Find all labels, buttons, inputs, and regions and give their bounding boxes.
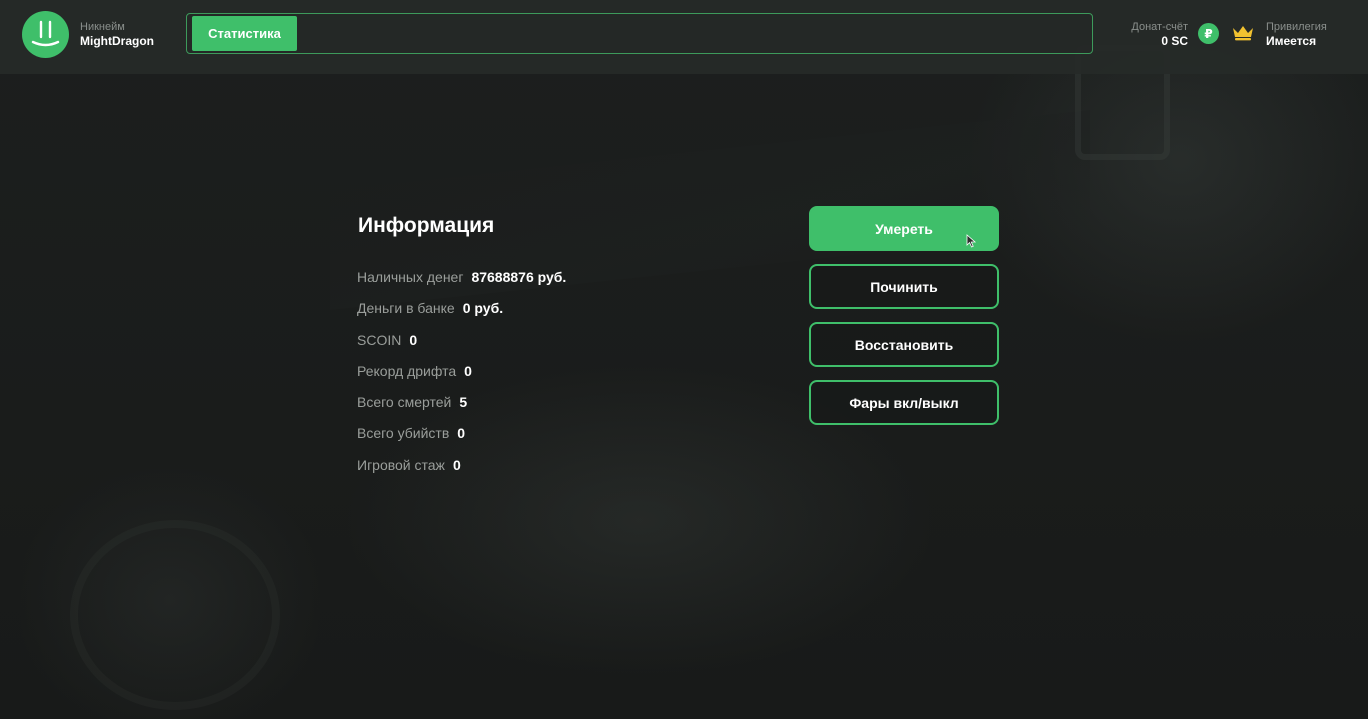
info-row-scoin: SCOIN 0 [357,331,417,349]
info-label: Всего убийств [357,425,450,441]
info-value: 0 [409,332,418,348]
info-value: 0 [457,425,466,441]
repair-button[interactable]: Починить [809,264,999,309]
info-value: 5 [459,394,468,410]
privilege-caption: Привилегия [1266,21,1327,33]
info-row-cash: Наличных денег 87688876 руб. [357,268,566,286]
nickname-caption: Никнейм [80,21,125,33]
mouse-cursor-icon [966,234,977,248]
info-value: 0 [464,363,472,379]
info-label: SCOIN [357,332,402,348]
privilege-value: Имеется [1266,34,1317,48]
info-row-bank: Деньги в банке 0 руб. [357,299,503,317]
info-row-playtime: Игровой стаж 0 [357,456,461,474]
tab-bar: Статистика [186,13,1093,54]
smiley-logo-icon [31,20,60,47]
background-wheel [70,520,280,710]
crown-icon [1233,26,1253,41]
restore-button[interactable]: Восстановить [809,322,999,367]
top-bar: Никнейм MightDragon Статистика Донат-счё… [0,0,1368,74]
game-menu-screen: Никнейм MightDragon Статистика Донат-счё… [0,0,1368,719]
info-value: 0 руб. [462,300,504,316]
info-label: Наличных денег [357,269,464,285]
info-label: Игровой стаж [357,457,445,473]
info-label: Всего смертей [357,394,452,410]
info-label: Рекорд дрифта [357,363,457,379]
donate-balance: 0 SC [1161,34,1188,48]
tab-statistics[interactable]: Статистика [192,16,297,51]
info-row-kills: Всего убийств 0 [357,424,465,442]
info-value: 0 [452,457,461,473]
ruble-coin-icon[interactable]: ₽ [1198,23,1219,44]
info-value: 87688876 руб. [471,269,567,285]
info-label: Деньги в банке [357,300,455,316]
info-row-drift-record: Рекорд дрифта 0 [357,362,472,380]
info-title: Информация [358,214,495,237]
avatar [22,11,69,58]
donate-caption: Донат-счёт [1131,21,1188,33]
info-row-deaths: Всего смертей 5 [357,393,467,411]
nickname-value: MightDragon [80,34,154,48]
headlights-toggle-button[interactable]: Фары вкл/выкл [809,380,999,425]
